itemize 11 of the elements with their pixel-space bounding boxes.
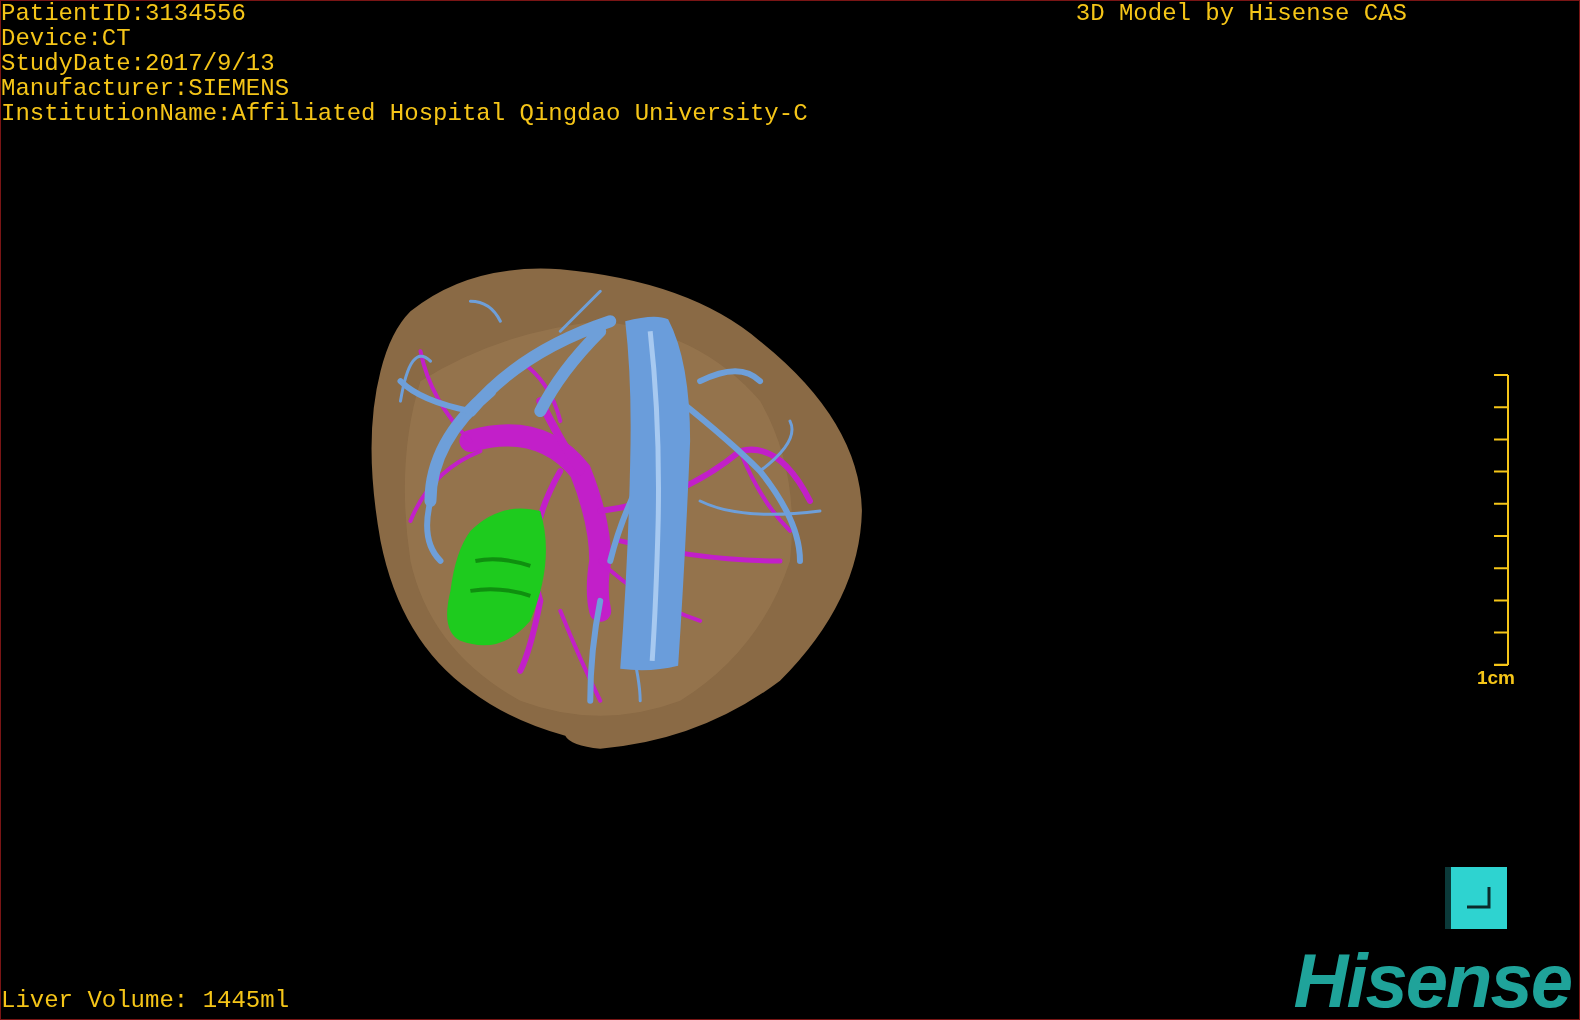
patient-info-text: Device:CT (1, 26, 131, 51)
patient-info-text: PatientID:3134556 (1, 1, 246, 26)
scale-label: 1cm (1476, 668, 1515, 688)
patient-info-text: InstitutionName:Affiliated Hospital Qingdao University-C (1, 101, 808, 126)
liver-volume-text: Liver Volume: 1445ml (1, 988, 290, 1013)
view-button[interactable] (1445, 867, 1507, 929)
patient-info-text: StudyDate:2017/9/13 (1, 51, 275, 76)
brand-logo: Hisense (1293, 949, 1571, 1013)
patient-info-text: Manufacturer:SIEMENS (1, 76, 290, 101)
model-title: 3D Model by Hisense CAS (1075, 0, 1407, 27)
corner-icon (1467, 887, 1491, 909)
